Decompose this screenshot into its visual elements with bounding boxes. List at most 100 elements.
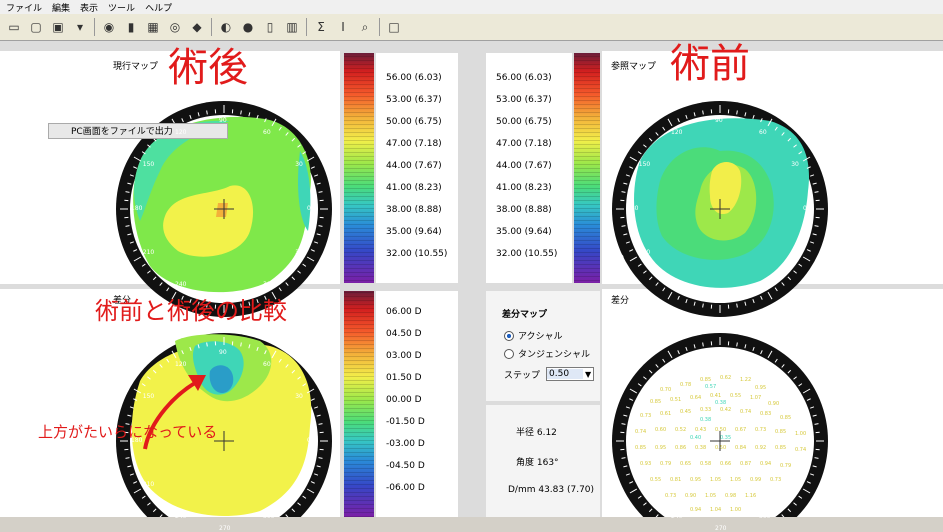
ring-degree-label: 30 — [295, 393, 303, 400]
svg-text:0.95: 0.95 — [690, 477, 701, 483]
eye-icon[interactable]: ◉ — [101, 19, 117, 35]
ring-degree-label: 210 — [639, 481, 650, 488]
ring-degree-label: 270 — [715, 525, 726, 532]
cursor-icon[interactable]: I — [335, 19, 351, 35]
save-icon[interactable]: ▣ — [50, 19, 66, 35]
gray-box-icon[interactable]: ▯ — [262, 19, 278, 35]
svg-text:1.05: 1.05 — [730, 477, 741, 483]
open-folder-icon[interactable]: ▢ — [28, 19, 44, 35]
ring-degree-label: 90 — [219, 349, 227, 356]
ring-degree-label: 270 — [219, 525, 230, 532]
ring-degree-label: 150 — [639, 393, 650, 400]
svg-text:0.51: 0.51 — [670, 397, 681, 403]
sigma-icon[interactable]: Σ — [313, 19, 329, 35]
ring-degree-label: 300 — [759, 281, 770, 288]
diff-map-right: 0.700.780.850.621.220.95 0.850.510.640.4… — [612, 333, 828, 517]
ring-degree-label: 210 — [143, 249, 154, 256]
compare-eyes-icon[interactable]: ◎ — [167, 19, 183, 35]
quad-view-icon[interactable]: ▦ — [145, 19, 161, 35]
radio-checked-icon[interactable] — [504, 331, 514, 341]
step-select[interactable]: 0.50 ▼ — [546, 367, 594, 381]
svg-text:0.85: 0.85 — [775, 429, 786, 435]
ring-degree-label: 210 — [143, 481, 154, 488]
svg-text:0.64: 0.64 — [690, 395, 701, 401]
step-value: 0.50 — [547, 369, 583, 379]
svg-text:0.58: 0.58 — [700, 461, 711, 467]
svg-text:0.95: 0.95 — [755, 385, 766, 391]
svg-text:0.65: 0.65 — [680, 461, 691, 467]
scale-label: 41.00 (8.23) — [386, 183, 442, 193]
menu-bar: ファイル 編集 表示 ツール ヘルプ — [0, 0, 943, 14]
window-icon[interactable]: □ — [386, 19, 402, 35]
svg-text:0.85: 0.85 — [700, 377, 711, 383]
ring-degree-label: 240 — [671, 281, 682, 288]
lens-icon[interactable]: ◐ — [218, 19, 234, 35]
scale-label: 56.00 (6.03) — [386, 73, 442, 83]
svg-text:1.05: 1.05 — [705, 493, 716, 499]
ring-tick — [319, 458, 323, 459]
ring-tick — [126, 192, 130, 193]
svg-text:0.94: 0.94 — [690, 507, 701, 513]
svg-text:0.40: 0.40 — [690, 435, 701, 441]
ring-degree-label: 0 — [803, 205, 807, 212]
ring-tick — [126, 226, 130, 227]
scale-label: 56.00 (6.03) — [496, 73, 552, 83]
menu-edit[interactable]: 編集 — [52, 1, 70, 14]
pre-op-title: 術前 — [670, 31, 750, 89]
color-map-icon[interactable]: ◆ — [189, 19, 205, 35]
scale-label: 38.00 (8.88) — [386, 205, 442, 215]
menu-help[interactable]: ヘルプ — [145, 1, 172, 14]
svg-text:0.41: 0.41 — [710, 393, 721, 399]
export-popup-menu[interactable]: PC画面をファイルで出力 — [48, 123, 228, 139]
ring-degree-label: 180 — [627, 437, 638, 444]
svg-text:0.74: 0.74 — [635, 429, 646, 435]
scale-label: -03.00 D — [386, 439, 425, 449]
scale-label: -06.00 D — [386, 483, 425, 493]
single-view-icon[interactable]: ▮ — [123, 19, 139, 35]
ring-degree-label: 90 — [715, 349, 723, 356]
scale-label: 47.00 (7.18) — [496, 139, 552, 149]
dmm-readout: D/mm 43.83 (7.70) — [508, 485, 594, 495]
scale-label: 50.00 (6.75) — [386, 117, 442, 127]
svg-text:0.87: 0.87 — [740, 461, 751, 467]
diff-map-title: 差分マップ — [502, 307, 547, 320]
dropdown-arrow-icon[interactable]: ▾ — [72, 19, 88, 35]
grid-icon[interactable]: ▥ — [284, 19, 300, 35]
svg-text:0.60: 0.60 — [655, 427, 666, 433]
svg-text:0.74: 0.74 — [740, 409, 751, 415]
circle-icon[interactable]: ● — [240, 19, 256, 35]
menu-file[interactable]: ファイル — [6, 1, 42, 14]
svg-text:1.22: 1.22 — [740, 377, 751, 383]
svg-text:0.92: 0.92 — [755, 445, 766, 451]
axial-option[interactable]: アクシャル — [504, 329, 563, 342]
scale-label: 35.00 (9.64) — [496, 227, 552, 237]
ring-tick — [622, 192, 626, 193]
chevron-down-icon[interactable]: ▼ — [583, 370, 593, 379]
scale-label: 50.00 (6.75) — [496, 117, 552, 127]
menu-view[interactable]: 表示 — [80, 1, 98, 14]
new-document-icon[interactable]: ▭ — [6, 19, 22, 35]
reference-map — [612, 101, 828, 317]
scale-top-right-bar — [574, 53, 600, 283]
angle-readout: 角度 163° — [516, 455, 559, 468]
radio-unchecked-icon[interactable] — [504, 349, 514, 359]
tangential-option[interactable]: タンジェンシャル — [504, 347, 590, 360]
svg-text:0.83: 0.83 — [760, 411, 771, 417]
zoom-icon[interactable]: ⌕ — [357, 19, 373, 35]
ring-tick — [207, 343, 208, 347]
svg-text:0.99: 0.99 — [750, 477, 761, 483]
scale-label: 41.00 (8.23) — [496, 183, 552, 193]
svg-text:0.93: 0.93 — [640, 461, 651, 467]
ring-tick — [319, 424, 323, 425]
ring-degree-label: 270 — [715, 293, 726, 300]
post-op-title: 術後 — [168, 35, 248, 93]
svg-text:0.85: 0.85 — [780, 415, 791, 421]
svg-text:0.81: 0.81 — [670, 477, 681, 483]
scale-diff-bar — [344, 291, 374, 517]
menu-tools[interactable]: ツール — [108, 1, 135, 14]
ring-tick — [737, 304, 738, 308]
tangential-label: タンジェンシャル — [518, 347, 590, 360]
scale-label: 53.00 (6.37) — [496, 95, 552, 105]
ring-degree-label: 120 — [671, 361, 682, 368]
svg-text:0.67: 0.67 — [735, 427, 746, 433]
